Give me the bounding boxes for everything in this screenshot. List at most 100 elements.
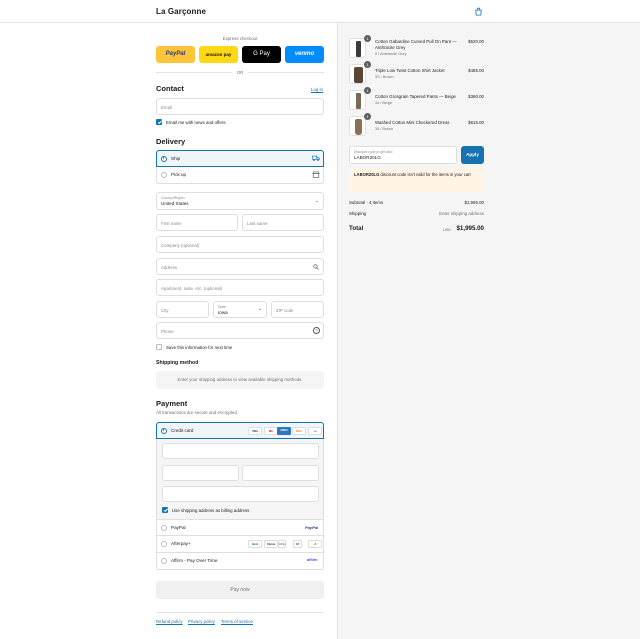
affirm-label: Affirm - Pay Over Time — [171, 558, 218, 563]
card-cvv-field[interactable] — [242, 465, 319, 481]
item-name: Washed Cotton Mini Checkered Dress — [375, 120, 450, 125]
divider — [156, 72, 232, 73]
warning-text: discount code isn't valid for the items … — [379, 172, 471, 177]
amazon-pay-button[interactable]: amazon pay — [199, 46, 238, 63]
card-expiry-field[interactable] — [162, 465, 239, 481]
truck-icon — [312, 155, 320, 161]
item-price: $485.00 — [468, 68, 484, 73]
apartment-field[interactable]: Apartment, suite, etc. (optional) — [156, 279, 324, 296]
item-price: $360.00 — [468, 94, 484, 99]
afterpay-option[interactable]: Afterpay+ Bank Klarna GPay AP +5 — [156, 536, 324, 553]
state-select[interactable]: State Iowa ⌄ — [213, 301, 267, 318]
address-field[interactable]: Address — [156, 258, 324, 275]
payment-heading: Payment — [156, 399, 188, 408]
apply-button[interactable]: Apply — [461, 146, 484, 164]
city-field[interactable]: City — [156, 301, 209, 318]
credit-card-option[interactable]: Credit card VISA MC AMEX DISC +4 — [156, 422, 324, 439]
email-field[interactable]: Email — [156, 98, 324, 115]
paypal-logo: PayPal — [305, 525, 319, 530]
phone-field[interactable]: Phone ? — [156, 322, 324, 339]
search-icon — [313, 264, 319, 270]
last-name-field[interactable]: Last name — [242, 214, 324, 231]
pickup-option[interactable]: Pick up — [156, 167, 324, 184]
help-icon[interactable]: ? — [313, 327, 320, 334]
ship-option[interactable]: Ship — [156, 150, 324, 167]
or-divider-text: OR — [236, 69, 244, 75]
item-variant: 3S / Brown — [375, 75, 394, 79]
country-select[interactable]: Country/Region United States ⌄ — [156, 192, 324, 210]
paypal-radio[interactable] — [161, 524, 167, 531]
pants-image — [356, 93, 361, 109]
more-methods-badge: +5 — [308, 540, 322, 548]
shopping-bag-icon[interactable] — [474, 7, 483, 16]
save-info-label: Save this information for next time — [166, 345, 233, 350]
company-field[interactable]: Company (optional) — [156, 236, 324, 253]
chevron-down-icon: ⌄ — [257, 306, 262, 312]
card-name-field[interactable] — [162, 486, 319, 502]
card-form-panel: Use shipping address as billing address — [156, 439, 324, 519]
shipping-method-heading: Shipping method — [156, 360, 199, 366]
pickup-radio[interactable] — [161, 171, 167, 178]
product-thumbnail — [349, 64, 366, 84]
pant-image — [356, 41, 361, 57]
delivery-heading: Delivery — [156, 137, 186, 146]
divider — [248, 72, 324, 73]
google-pay-icon: GPay — [278, 540, 286, 548]
first-name-field[interactable]: First name — [156, 214, 238, 231]
ship-label: Ship — [171, 156, 181, 161]
zip-field[interactable]: ZIP code — [271, 301, 324, 318]
more-cards-badge: +4 — [308, 427, 322, 435]
item-variant: 34 / Beige — [375, 101, 393, 105]
express-checkout-label: Express checkout — [222, 36, 258, 41]
card-number-field[interactable] — [162, 443, 319, 459]
privacy-policy-link[interactable]: Privacy policy — [188, 619, 215, 624]
venmo-button[interactable]: venmo — [285, 46, 324, 63]
paypal-express-button[interactable]: PayPal — [156, 46, 195, 63]
pay-now-button[interactable]: Pay now — [156, 581, 324, 599]
save-info-checkbox[interactable] — [156, 344, 162, 350]
pickup-label: Pick up — [171, 172, 187, 177]
chevron-down-icon: ⌄ — [314, 198, 319, 204]
item-variant: 0 / Anthracite Grey — [375, 52, 407, 56]
credit-card-label: Credit card — [171, 428, 194, 433]
login-link[interactable]: Log in — [311, 87, 323, 92]
newsletter-checkbox[interactable] — [156, 119, 162, 125]
google-pay-button[interactable]: G Pay — [242, 46, 281, 63]
item-price: $615.00 — [468, 120, 484, 125]
mastercard-icon: MC — [264, 427, 278, 435]
product-thumbnail — [349, 38, 366, 58]
item-name: Cotton Grosgrain Tapered Pants — Beige — [375, 94, 456, 99]
affirm-option[interactable]: Affirm - Pay Over Time affirm — [156, 553, 324, 570]
amex-icon: AMEX — [277, 427, 291, 435]
affirm-radio[interactable] — [161, 557, 167, 564]
payment-subtitle: All transactions are secure and encrypte… — [156, 410, 239, 415]
visa-icon: VISA — [248, 427, 262, 435]
dress-image — [355, 119, 362, 135]
item-price: $520.00 — [468, 39, 484, 44]
refund-policy-link[interactable]: Refund policy — [156, 619, 183, 624]
credit-card-radio[interactable] — [161, 427, 167, 434]
afterpay-radio[interactable] — [161, 540, 167, 547]
order-summary — [337, 23, 640, 639]
bank-icon: Bank — [248, 540, 262, 548]
product-thumbnail — [349, 90, 366, 110]
discount-warning: LABOR20LG discount code isn't valid for … — [349, 168, 484, 192]
site-header: La Garçonne — [0, 0, 640, 23]
brand-logo[interactable]: La Garçonne — [156, 7, 206, 16]
affirm-logo: affirm — [307, 558, 318, 562]
discount-code-field[interactable]: Discount code or gift card LABOR20LG — [349, 146, 457, 164]
quantity-badge: 1 — [364, 35, 371, 42]
warning-code: LABOR20LG — [354, 172, 380, 177]
terms-of-service-link[interactable]: Terms of service — [221, 619, 253, 624]
paypal-option[interactable]: PayPal PayPal — [156, 519, 324, 536]
item-variant: 34 / Brown — [375, 127, 394, 131]
newsletter-label: Email me with news and offers — [166, 120, 226, 125]
billing-same-label: Use shipping address as billing address — [172, 508, 250, 513]
quantity-badge: 1 — [364, 87, 371, 94]
shipping-method-message: Enter your shipping address to view avai… — [156, 371, 324, 389]
item-name: Cotton Gabardine Curved Pull On Pant — A… — [375, 39, 457, 50]
ship-radio[interactable] — [161, 155, 167, 162]
product-thumbnail — [349, 116, 366, 136]
billing-same-checkbox[interactable] — [162, 507, 168, 513]
divider — [156, 612, 324, 613]
